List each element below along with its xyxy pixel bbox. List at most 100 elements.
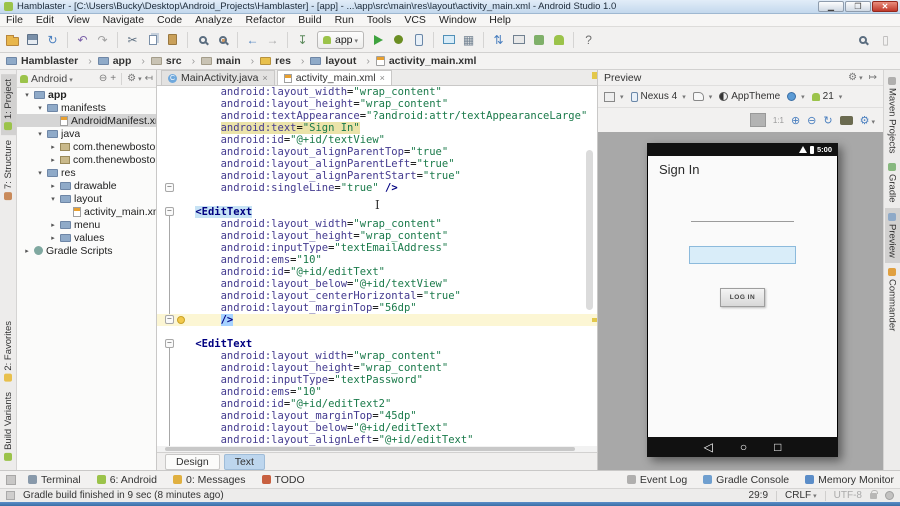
tree-item-com-thenewboston-hamblaster[interactable]: ▸ com.thenewboston.hamblaster — [17, 153, 156, 166]
menu-item-tools[interactable]: Tools — [367, 14, 392, 26]
lock-icon[interactable] — [870, 489, 878, 499]
locale-selector[interactable] — [787, 92, 805, 101]
menu-item-build[interactable]: Build — [298, 14, 321, 26]
tree-item-menu[interactable]: ▸ menu — [17, 218, 156, 231]
tree-item-layout[interactable]: ▾ layout — [17, 192, 156, 205]
tree-item-values[interactable]: ▸ values — [17, 231, 156, 244]
locate-file-icon[interactable]: + — [110, 73, 116, 84]
find-icon[interactable] — [194, 31, 211, 48]
intention-bulb-icon[interactable] — [177, 316, 185, 324]
zoom-in-icon[interactable]: ⊕ — [791, 114, 800, 127]
project-view-selector[interactable]: Android — [31, 73, 73, 85]
tree-item-java[interactable]: ▾ java — [17, 127, 156, 140]
menu-item-analyze[interactable]: Analyze — [195, 14, 232, 26]
tool-strip-tab-build-variants[interactable]: Build Variants — [1, 387, 16, 466]
collapse-all-icon[interactable]: ⊖ — [99, 73, 107, 84]
menu-item-window[interactable]: Window — [439, 14, 476, 26]
line-ending-selector[interactable]: CRLF — [785, 490, 817, 501]
tool-window-button-todo[interactable]: TODO — [261, 474, 305, 486]
api-level-selector[interactable]: 21 — [811, 91, 843, 102]
menu-item-navigate[interactable]: Navigate — [103, 14, 144, 26]
tree-item-gradle-scripts[interactable]: ▸ Gradle Scripts — [17, 244, 156, 257]
tree-item-androidmanifest-xml[interactable]: AndroidManifest.xml — [17, 114, 156, 127]
menu-item-edit[interactable]: Edit — [36, 14, 54, 26]
android-monitor-icon[interactable] — [510, 31, 527, 48]
tree-item-res[interactable]: ▾ res — [17, 166, 156, 179]
run-icon[interactable] — [370, 31, 387, 48]
save-all-icon[interactable] — [24, 31, 41, 48]
tool-window-button-event-log[interactable]: Event Log — [626, 474, 687, 486]
theme-selector[interactable]: AppTheme — [719, 91, 780, 102]
editor-tab-activity-main-xml[interactable]: activity_main.xml × — [276, 70, 392, 85]
hide-panel-icon[interactable]: ↤ — [145, 73, 153, 84]
tree-item-app[interactable]: ▾ app — [17, 88, 156, 101]
preview-settings-icon[interactable]: ⚙ — [860, 114, 875, 127]
tool-strip-tab-2-favorites[interactable]: 2: Favorites — [1, 316, 16, 387]
layout-variant-selector[interactable] — [604, 91, 624, 102]
tree-item-drawable[interactable]: ▸ drawable — [17, 179, 156, 192]
close-button[interactable]: ✕ — [872, 1, 898, 12]
close-tab-icon[interactable]: × — [380, 73, 385, 83]
breadcrumb-item-res[interactable]: res — [260, 55, 310, 67]
open-icon[interactable] — [4, 31, 21, 48]
run-config-selector[interactable]: app — [317, 30, 365, 49]
back-icon[interactable]: ← — [244, 31, 261, 48]
menu-item-code[interactable]: Code — [157, 14, 182, 26]
editor-vertical-scrollbar[interactable] — [586, 150, 593, 310]
encoding-indicator[interactable]: UTF-8 — [834, 490, 862, 501]
status-bar-icon[interactable] — [6, 491, 15, 500]
emulate-device-size-button[interactable] — [749, 113, 766, 127]
help-icon[interactable]: ? — [580, 31, 597, 48]
preview-hide-icon[interactable]: ↦ — [869, 72, 877, 83]
menu-item-refactor[interactable]: Refactor — [246, 14, 286, 26]
caret-position[interactable]: 29:9 — [749, 490, 768, 501]
actual-size-icon[interactable]: 1:1 — [773, 116, 784, 125]
undo-icon[interactable]: ↶ — [74, 31, 91, 48]
highlighting-level-icon[interactable] — [885, 491, 894, 500]
menu-item-vcs[interactable]: VCS — [404, 14, 426, 26]
minimize-button[interactable]: ▁ — [818, 1, 844, 12]
breadcrumb-item-app[interactable]: app — [97, 55, 151, 67]
menu-item-help[interactable]: Help — [489, 14, 511, 26]
maximize-button[interactable]: ❒ — [845, 1, 871, 12]
synchronize-icon[interactable]: ↻ — [44, 31, 61, 48]
fold-marker-icon[interactable] — [165, 205, 174, 216]
breadcrumb-item-hamblaster[interactable]: Hamblaster — [6, 55, 98, 67]
gradle-sync-icon[interactable]: ⇅ — [490, 31, 507, 48]
tool-strip-tab-gradle[interactable]: Gradle — [885, 158, 900, 208]
screenshot-icon[interactable] — [839, 115, 853, 125]
tool-strip-tab-1-project[interactable]: 1: Project — [0, 74, 16, 136]
tool-strip-tab-preview[interactable]: Preview — [884, 208, 900, 263]
refresh-icon[interactable]: ↻ — [823, 114, 832, 127]
cut-icon[interactable]: ✂ — [124, 31, 141, 48]
paste-icon[interactable] — [164, 31, 181, 48]
breadcrumb-item-main[interactable]: main — [201, 55, 260, 67]
tool-strip-tab-commander[interactable]: Commander — [885, 263, 900, 336]
forward-icon[interactable]: → — [264, 31, 281, 48]
avd-manager-icon[interactable] — [440, 31, 457, 48]
gear-icon[interactable]: ⚙ — [127, 73, 141, 84]
replace-icon[interactable] — [214, 31, 231, 48]
orientation-selector[interactable] — [692, 92, 713, 101]
toolbar-panel-icon[interactable]: ▯ — [877, 31, 894, 48]
tree-item-activity-main-xml[interactable]: activity_main.xml — [17, 205, 156, 218]
tool-window-button-0-messages[interactable]: 0: Messages — [172, 474, 246, 486]
breadcrumb-item-layout[interactable]: layout — [310, 55, 375, 67]
breadcrumb-item-src[interactable]: src — [150, 55, 201, 67]
debug-icon[interactable] — [390, 31, 407, 48]
sdk-manager-icon[interactable] — [550, 31, 567, 48]
tool-window-button-gradle-console[interactable]: Gradle Console — [703, 474, 789, 486]
preview-gear-icon[interactable]: ⚙ — [848, 72, 862, 83]
tool-strip-tab-maven-projects[interactable]: Maven Projects — [885, 72, 900, 158]
fold-marker-icon[interactable] — [165, 313, 174, 324]
close-tab-icon[interactable]: × — [262, 73, 267, 83]
editor-mode-tab-text[interactable]: Text — [223, 453, 265, 470]
tool-window-button-terminal[interactable]: Terminal — [28, 474, 81, 486]
editor-tab-mainactivity-java[interactable]: C MainActivity.java × — [161, 70, 275, 85]
copy-icon[interactable] — [144, 31, 161, 48]
search-everywhere-icon[interactable] — [854, 31, 871, 48]
tool-window-button-memory-monitor[interactable]: Memory Monitor — [805, 474, 894, 486]
tree-item-com-thenewboston-hamblaster[interactable]: ▸ com.thenewboston.hamblaster — [17, 140, 156, 153]
fold-marker-icon[interactable] — [165, 181, 174, 192]
tool-strip-tab-7-structure[interactable]: 7: Structure — [1, 135, 16, 205]
